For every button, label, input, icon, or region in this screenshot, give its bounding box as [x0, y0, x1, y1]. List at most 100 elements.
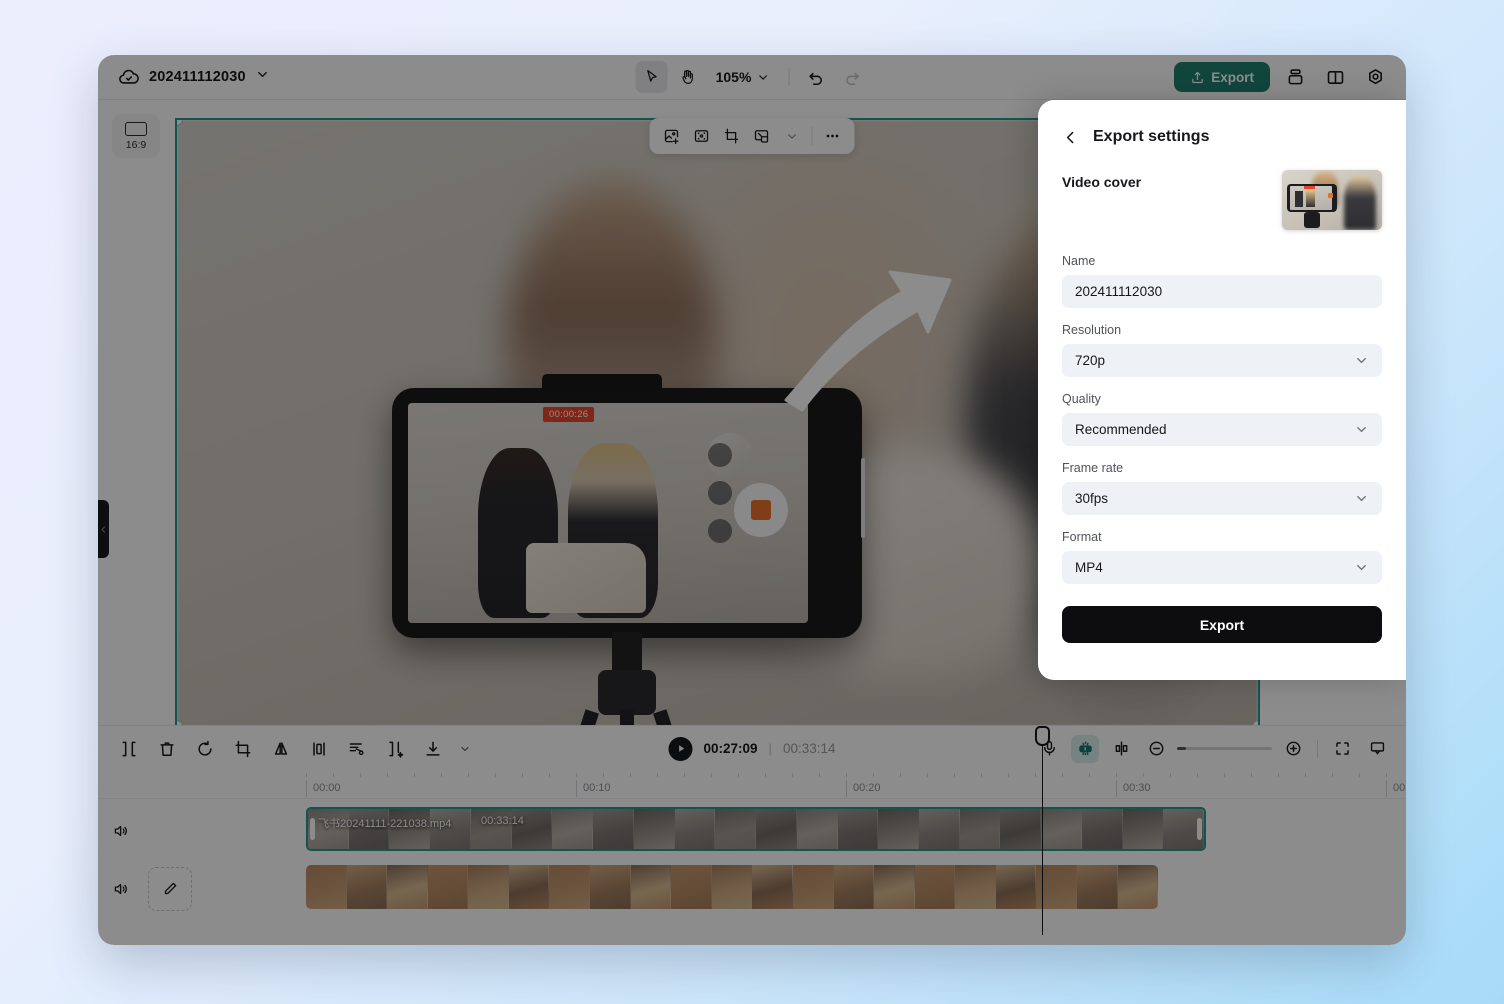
download-icon[interactable] — [420, 736, 446, 762]
download-chevron-down-icon[interactable] — [458, 736, 472, 762]
ruler-tick — [1332, 773, 1333, 777]
ruler-tick — [630, 773, 631, 777]
ruler-tick — [873, 773, 874, 777]
header-right-group: Export — [1174, 62, 1390, 92]
flip-icon[interactable] — [306, 736, 332, 762]
slider-fill — [1177, 747, 1186, 750]
timeline-ruler[interactable]: 00:00 00:10 00:20 00:30 00:40 — [98, 771, 1406, 799]
video-track-controls — [98, 822, 203, 840]
panel-header: Export settings — [1062, 128, 1382, 146]
video-cover-row: Video cover — [1062, 170, 1382, 230]
ruler-tick — [927, 773, 928, 777]
export-fields: Name 202411112030 Resolution 720p Qualit… — [1062, 254, 1382, 584]
ruler-label: 00:10 — [576, 780, 611, 797]
filmstrip-frame — [837, 809, 879, 849]
filmstrip-frame — [1081, 809, 1123, 849]
video-clip-title: 飞书20241111-221038.mp4 — [318, 818, 452, 830]
framerate-value: 30fps — [1075, 491, 1109, 506]
settings-gear-icon[interactable] — [1360, 62, 1390, 92]
redo-button[interactable] — [836, 61, 868, 93]
filmstrip-frame — [919, 809, 960, 849]
ruler-label: 00:30 — [1116, 780, 1151, 797]
play-icon — [678, 745, 684, 752]
smart-split-icon[interactable] — [382, 736, 408, 762]
crop-icon[interactable] — [718, 122, 746, 150]
split-marker-icon[interactable] — [1108, 736, 1134, 762]
delete-icon[interactable] — [154, 736, 180, 762]
format-select[interactable]: MP4 — [1062, 551, 1382, 584]
timeline-right-tools — [1036, 734, 1390, 763]
ruler-tick — [576, 773, 577, 777]
resolution-label: Resolution — [1062, 323, 1122, 337]
format-label: Format — [1062, 530, 1102, 544]
canvas-toolbar-chevron-down-icon[interactable] — [778, 122, 806, 150]
speaker-icon[interactable] — [112, 822, 130, 840]
toolbar-divider — [788, 68, 790, 86]
export-button-panel[interactable]: Export — [1062, 606, 1382, 643]
framerate-label: Frame rate — [1062, 461, 1124, 475]
filmstrip-frame — [752, 865, 793, 909]
fullscreen-icon[interactable] — [1329, 736, 1355, 762]
filmstrip-frame — [715, 809, 757, 849]
speaker-icon[interactable] — [112, 880, 130, 898]
filmstrip-frame — [833, 865, 875, 909]
split-icon[interactable] — [116, 736, 142, 762]
filmstrip-frame — [995, 865, 1037, 909]
ruler-tick — [306, 773, 307, 777]
more-options-icon[interactable] — [819, 122, 847, 150]
play-button[interactable] — [668, 736, 693, 761]
filmstrip-frame — [955, 865, 996, 909]
chevron-down-icon[interactable] — [255, 67, 270, 87]
filmstrip-frame — [590, 865, 631, 909]
timeline-zoom-slider[interactable] — [1177, 747, 1272, 750]
ruler-tick — [684, 773, 685, 777]
hand-tool[interactable] — [672, 61, 704, 93]
name-field[interactable]: 202411112030 — [1062, 275, 1382, 308]
clip-handle-right[interactable] — [1197, 818, 1202, 840]
back-chevron-left-icon[interactable] — [1062, 129, 1079, 146]
ruler-tick — [1143, 773, 1144, 777]
ai-magic-icon[interactable] — [1071, 734, 1099, 763]
microphone-icon[interactable] — [1036, 736, 1062, 762]
clip-handle-left[interactable] — [310, 818, 315, 840]
mirror-icon[interactable] — [268, 736, 294, 762]
select-tool[interactable] — [635, 61, 668, 93]
pencil-icon[interactable] — [148, 867, 192, 911]
zoom-out-icon[interactable] — [1143, 736, 1169, 762]
name-field-value: 202411112030 — [1075, 284, 1163, 299]
layers-icon[interactable] — [1280, 62, 1310, 92]
display-icon[interactable] — [1364, 736, 1390, 762]
auto-cut-icon[interactable] — [344, 736, 370, 762]
ruler-tick — [1359, 773, 1360, 777]
ruler-tick — [954, 773, 955, 777]
crop-icon[interactable] — [230, 736, 256, 762]
undo-button[interactable] — [800, 61, 832, 93]
rotate-icon[interactable] — [192, 736, 218, 762]
resolution-value: 720p — [1075, 353, 1106, 368]
export-button-top[interactable]: Export — [1174, 62, 1270, 92]
filmstrip-frame — [387, 865, 428, 909]
resolution-select[interactable]: 720p — [1062, 344, 1382, 377]
chevron-down-icon — [759, 74, 767, 80]
filmstrip-frame — [1036, 865, 1077, 909]
video-clip[interactable]: 飞书20241111-221038.mp4 00:33:14 — [306, 807, 1206, 851]
zoom-in-icon[interactable] — [1280, 736, 1306, 762]
filmstrip-frame — [671, 865, 712, 909]
ruler-tick — [468, 773, 469, 777]
video-cover-thumbnail[interactable] — [1282, 170, 1382, 230]
picture-in-picture-icon[interactable] — [748, 122, 776, 150]
framerate-select[interactable]: 30fps — [1062, 482, 1382, 515]
split-view-icon[interactable] — [1320, 62, 1350, 92]
left-panel-collapse-handle[interactable] — [98, 500, 109, 558]
quality-select[interactable]: Recommended — [1062, 413, 1382, 446]
fit-frame-icon[interactable] — [688, 122, 716, 150]
ruler-tick — [495, 773, 496, 777]
secondary-clip[interactable] — [306, 865, 1158, 909]
zoom-level-dropdown[interactable]: 105% — [708, 62, 778, 92]
aspect-ratio-badge[interactable]: 16:9 — [112, 114, 160, 158]
recording-timer: 00:00:26 — [543, 407, 595, 422]
filmstrip-frame — [1000, 809, 1042, 849]
add-image-icon[interactable] — [658, 122, 686, 150]
filmstrip-frame — [346, 865, 388, 909]
filmstrip-frame — [549, 865, 591, 909]
